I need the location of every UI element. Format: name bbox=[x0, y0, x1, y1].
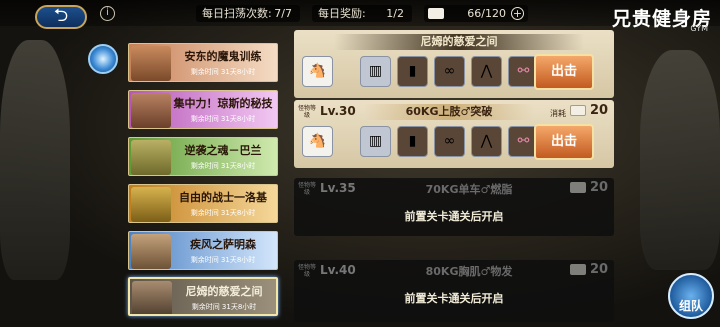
quest-time: 剩余时间 31天8小时 bbox=[190, 256, 256, 264]
quest-time: 剩余时间 31天8小时 bbox=[191, 303, 257, 311]
difficulty-label: 怪物等级 bbox=[297, 105, 316, 119]
quest-title: 疾风之萨明森 bbox=[190, 238, 256, 251]
quest-time: 剩余时间 31天8小时 bbox=[190, 68, 256, 76]
quest-title: 自由的战士一洛基 bbox=[179, 191, 267, 204]
stage-card: 尼姆的慈爱之间 🐴 ▥ ▮ ∞ ⋀ ⚯ 出击 bbox=[294, 30, 614, 98]
info-icon[interactable]: i bbox=[100, 6, 115, 21]
quest-time: 剩余时间 31天8小时 bbox=[190, 115, 256, 123]
horse-cat-reward-icon: 🐴 bbox=[302, 56, 333, 87]
stage-level: Lv.40 bbox=[320, 263, 356, 277]
quest-title: 集中力！琼斯的秘技 bbox=[173, 97, 273, 110]
currency-value: 66/120 bbox=[467, 7, 506, 20]
stage-level: Lv.35 bbox=[320, 181, 356, 195]
quest-portrait bbox=[131, 187, 171, 222]
quest-portrait bbox=[131, 46, 171, 81]
cost-value: 20 bbox=[590, 180, 609, 195]
stage-ribbon: 尼姆的慈爱之间 bbox=[334, 34, 584, 50]
daily-reward-label: 每日奖励: bbox=[318, 7, 366, 20]
background-statue-left bbox=[0, 40, 70, 280]
attack-button[interactable]: 出击 bbox=[534, 124, 594, 160]
stage-level: Lv.30 bbox=[320, 104, 356, 118]
bottle-reward-icon: ▮ bbox=[397, 126, 428, 157]
quest-item-samingsen[interactable]: 疾风之萨明森 剩余时间 31天8小时 bbox=[128, 231, 278, 270]
quest-item-nim[interactable]: 尼姆的慈爱之间 剩余时间 31天8小时 bbox=[128, 277, 278, 316]
quest-portrait bbox=[131, 140, 171, 175]
locked-stage-card: 怪物等级 Lv.35 70KG单车♂燃脂 20 前置关卡通关后开启 bbox=[294, 178, 614, 236]
event-orb-icon[interactable] bbox=[88, 44, 118, 74]
bottle-reward-icon: ▮ bbox=[397, 56, 428, 87]
towel-icon bbox=[570, 264, 586, 275]
daily-sweep-label: 每日扫荡次数: bbox=[202, 7, 272, 20]
stage-name: 60KG上肢♂突破 bbox=[364, 104, 534, 120]
quest-portrait bbox=[132, 281, 172, 314]
quest-item-jones[interactable]: 集中力！琼斯的秘技 剩余时间 31天8小时 bbox=[128, 90, 278, 129]
gripper-reward-icon: ⋀ bbox=[471, 126, 502, 157]
daily-reward-counter: 每日奖励: 1/2 bbox=[312, 5, 412, 22]
quest-portrait bbox=[131, 234, 171, 269]
protein-reward-icon: ▥ bbox=[360, 56, 391, 87]
daily-sweep-value: 7/7 bbox=[274, 7, 292, 20]
difficulty-label: 怪物等级 bbox=[297, 264, 316, 278]
currency-counter: 66/120 + bbox=[424, 5, 528, 22]
quest-title: 安东的魔鬼训练 bbox=[184, 50, 262, 63]
protein-reward-icon: ▥ bbox=[360, 126, 391, 157]
horse-cat-reward-icon: 🐴 bbox=[302, 126, 333, 157]
game-screen: ⮌ i 每日扫荡次数: 7/7 每日奖励: 1/2 66/120 + 兄贵健身房… bbox=[0, 0, 720, 327]
towel-icon bbox=[570, 105, 586, 116]
quest-item-balan[interactable]: 逆袭之魂－巴兰 剩余时间 31天8小时 bbox=[128, 137, 278, 176]
difficulty-label: 怪物等级 bbox=[297, 182, 316, 196]
background-statue-right bbox=[640, 50, 720, 270]
quest-portrait bbox=[131, 93, 171, 128]
rope-reward-icon: ∞ bbox=[434, 56, 465, 87]
stage-card: 怪物等级 Lv.30 60KG上肢♂突破 消耗 20 🐴 ▥ ▮ ∞ ⋀ ⚯ 出… bbox=[294, 100, 614, 168]
gripper-reward-icon: ⋀ bbox=[471, 56, 502, 87]
quest-title: 尼姆的慈爱之间 bbox=[185, 285, 263, 298]
towel-icon bbox=[428, 8, 444, 19]
locked-stage-card: 怪物等级 Lv.40 80KG胸肌♂物发 20 前置关卡通关后开启 bbox=[294, 260, 614, 322]
daily-reward-value: 1/2 bbox=[386, 7, 404, 20]
towel-icon bbox=[570, 182, 586, 193]
attack-button[interactable]: 出击 bbox=[534, 54, 594, 90]
daily-sweep-counter: 每日扫荡次数: 7/7 bbox=[196, 5, 300, 22]
quest-time: 剩余时间 31天8小时 bbox=[190, 162, 256, 170]
quest-title: 逆袭之魂－巴兰 bbox=[184, 144, 262, 157]
cost-value: 20 bbox=[590, 262, 609, 277]
quest-item-rocky[interactable]: 自由的战士一洛基 剩余时间 31天8小时 bbox=[128, 184, 278, 223]
team-button[interactable]: 组队 bbox=[668, 273, 714, 319]
stage-name: 70KG单车♂燃脂 bbox=[425, 183, 513, 196]
unlock-hint: 前置关卡通关后开启 bbox=[404, 210, 504, 223]
back-button[interactable]: ⮌ bbox=[35, 5, 87, 29]
stage-name: 80KG胸肌♂物发 bbox=[425, 265, 513, 278]
unlock-hint: 前置关卡通关后开启 bbox=[404, 292, 504, 305]
currency-add-button[interactable]: + bbox=[511, 7, 524, 20]
quest-time: 剩余时间 31天8小时 bbox=[190, 209, 256, 217]
cost-value: 20 bbox=[590, 103, 609, 118]
rope-reward-icon: ∞ bbox=[434, 126, 465, 157]
cost-label: 消耗 bbox=[550, 109, 566, 118]
quest-item-anton[interactable]: 安东的魔鬼训练 剩余时间 31天8小时 bbox=[128, 43, 278, 82]
brand-subtitle: GYM bbox=[690, 24, 708, 33]
